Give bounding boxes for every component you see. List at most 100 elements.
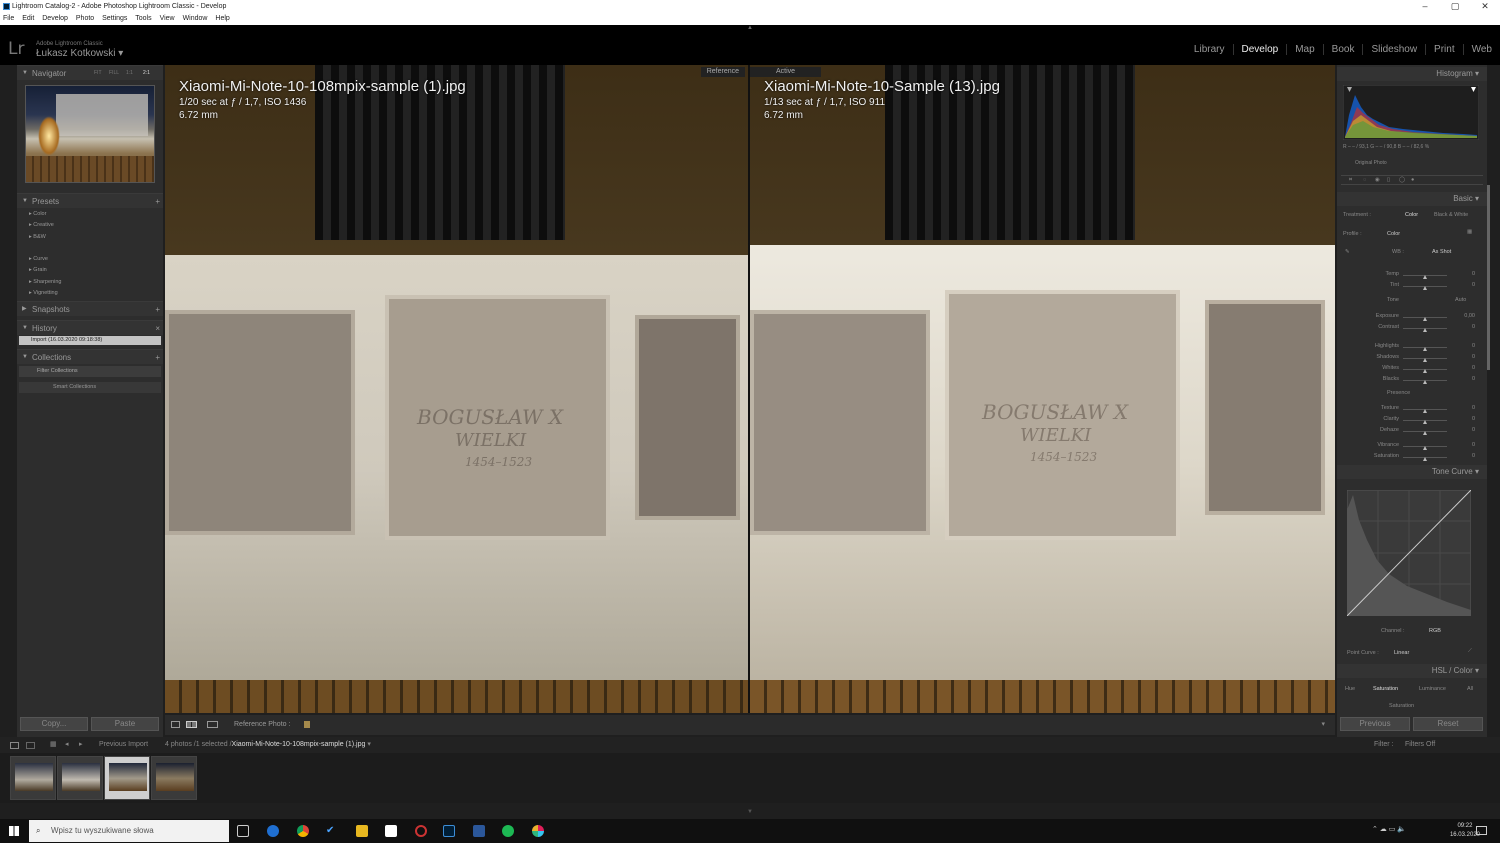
hsl-tab-saturation[interactable]: Saturation xyxy=(1373,686,1398,692)
maximize-button[interactable]: ▢ xyxy=(1440,0,1470,13)
menu-file[interactable]: File xyxy=(3,15,14,22)
bottom-panel-toggle-icon[interactable]: ▼ xyxy=(747,809,753,815)
module-web[interactable]: Web xyxy=(1464,44,1500,55)
slider-value-whites[interactable]: 0 xyxy=(1455,365,1475,371)
hsl-header[interactable]: HSL / Color ▾ xyxy=(1337,664,1487,678)
preset-group[interactable]: ▸ Sharpening xyxy=(29,279,61,285)
history-item-import[interactable]: Import (16.03.2020 09:18:38) xyxy=(19,336,161,345)
reference-view-icon[interactable] xyxy=(207,721,218,728)
wb-select[interactable]: As Shot xyxy=(1432,249,1451,255)
edit-point-curve-icon[interactable]: ⟋ xyxy=(1468,648,1472,655)
treatment-color[interactable]: Color xyxy=(1405,212,1418,218)
module-develop[interactable]: Develop xyxy=(1234,44,1288,55)
checkmark-app-icon[interactable]: ✔ xyxy=(326,825,338,837)
module-map[interactable]: Map xyxy=(1287,44,1324,55)
close-button[interactable]: ✕ xyxy=(1470,0,1500,13)
filter-collections[interactable]: Filter Collections xyxy=(19,366,161,377)
lightroom-taskbar-icon[interactable] xyxy=(443,825,455,837)
app-icon[interactable] xyxy=(415,825,427,837)
add-preset-icon[interactable]: + xyxy=(155,194,160,209)
taskbar-search-box[interactable]: ⌕ Wpisz tu wyszukiwane słowa xyxy=(29,820,229,842)
start-icon[interactable] xyxy=(9,826,19,836)
hsl-tab-all[interactable]: All xyxy=(1467,686,1473,692)
red-eye-icon[interactable]: ◉ xyxy=(1375,177,1380,183)
slider-value-temp[interactable]: 0 xyxy=(1455,271,1475,277)
slider-knob-clarity[interactable] xyxy=(1423,420,1427,424)
slider-value-texture[interactable]: 0 xyxy=(1455,405,1475,411)
preset-group[interactable]: ▸ Creative xyxy=(29,222,54,228)
second-window-icon[interactable] xyxy=(26,742,35,749)
slider-knob-shadows[interactable] xyxy=(1423,358,1427,362)
loupe-view-icon[interactable] xyxy=(171,721,180,728)
tone-curve-graph[interactable] xyxy=(1347,490,1471,616)
filmstrip-thumbnail-selected[interactable] xyxy=(104,756,150,800)
add-snapshot-icon[interactable]: + xyxy=(155,302,160,317)
slider-value-vibrance[interactable]: 0 xyxy=(1455,442,1475,448)
module-book[interactable]: Book xyxy=(1324,44,1364,55)
paste-button[interactable]: Paste xyxy=(91,717,159,731)
preset-group[interactable]: ▸ Curve xyxy=(29,256,48,262)
nav-zoom-fit[interactable]: FIT xyxy=(94,66,102,81)
spot-removal-icon[interactable]: ◌ xyxy=(1363,177,1366,183)
app-icon[interactable] xyxy=(385,825,397,837)
previous-button[interactable]: Previous xyxy=(1340,717,1410,731)
menu-window[interactable]: Window xyxy=(183,15,208,22)
slider-knob-highlights[interactable] xyxy=(1423,347,1427,351)
navigator-preview[interactable] xyxy=(25,85,155,183)
auto-tone-button[interactable]: Auto xyxy=(1455,297,1466,303)
reset-button[interactable]: Reset xyxy=(1413,717,1483,731)
module-library[interactable]: Library xyxy=(1186,44,1234,55)
active-photo[interactable]: BOGUSŁAW X WIELKI 1454–1523 Active Xiaom… xyxy=(750,65,1335,713)
right-panel-scrollbar[interactable] xyxy=(1487,185,1490,370)
source-label[interactable]: Previous Import xyxy=(99,737,148,753)
filmstrip-thumbnail[interactable] xyxy=(10,756,56,800)
filter-select[interactable]: Filters Off xyxy=(1405,737,1435,753)
nav-zoom-fill[interactable]: FILL xyxy=(109,66,119,81)
smart-collections[interactable]: Smart Collections xyxy=(19,382,161,393)
filmstrip-thumbnail[interactable] xyxy=(57,756,103,800)
edge-icon[interactable] xyxy=(267,825,279,837)
profile-browser-icon[interactable]: ▦ xyxy=(1467,229,1472,235)
slider-knob-blacks[interactable] xyxy=(1423,380,1427,384)
main-window-icon[interactable] xyxy=(10,742,19,749)
slider-value-dehaze[interactable]: 0 xyxy=(1455,427,1475,433)
hsl-tab-hue[interactable]: Hue xyxy=(1345,686,1355,692)
profile-select[interactable]: Color xyxy=(1387,231,1400,237)
slider-knob-exposure[interactable] xyxy=(1423,317,1427,321)
grid-view-icon[interactable]: ▦ xyxy=(50,737,57,753)
basic-header[interactable]: Basic ▾ xyxy=(1337,192,1487,206)
slider-value-highlights[interactable]: 0 xyxy=(1455,343,1475,349)
menu-photo[interactable]: Photo xyxy=(76,15,94,22)
menu-help[interactable]: Help xyxy=(215,15,229,22)
preset-group[interactable]: ▸ Color xyxy=(29,211,46,217)
slider-value-shadows[interactable]: 0 xyxy=(1455,354,1475,360)
add-collection-icon[interactable]: + xyxy=(155,350,160,365)
slider-knob-contrast[interactable] xyxy=(1423,328,1427,332)
crop-icon[interactable]: ⌗ xyxy=(1349,177,1352,184)
module-print[interactable]: Print xyxy=(1426,44,1464,55)
slider-knob-vibrance[interactable] xyxy=(1423,446,1427,450)
reference-thumb-icon[interactable] xyxy=(304,721,310,728)
slider-value-clarity[interactable]: 0 xyxy=(1455,416,1475,422)
slider-value-blacks[interactable]: 0 xyxy=(1455,376,1475,382)
reference-photo[interactable]: BOGUSŁAW X WIELKI 1454–1523 Reference Xi… xyxy=(165,65,748,713)
preset-group[interactable]: ▸ Grain xyxy=(29,267,47,273)
point-curve-select[interactable]: Linear xyxy=(1394,650,1409,656)
menu-develop[interactable]: Develop xyxy=(42,15,68,22)
file-explorer-icon[interactable] xyxy=(356,825,368,837)
menu-edit[interactable]: Edit xyxy=(22,15,34,22)
menu-tools[interactable]: Tools xyxy=(135,15,151,22)
wb-eyedropper-icon[interactable]: ✎ xyxy=(1345,249,1350,255)
tray-icons[interactable]: ⌃ ☁ ▭ 🔈 xyxy=(1372,825,1406,833)
presets-header[interactable]: ▼ Presets + xyxy=(17,193,163,208)
original-photo-checkbox[interactable]: Original Photo xyxy=(1355,160,1387,166)
collections-header[interactable]: ▼ Collections + xyxy=(17,349,163,364)
back-arrow-icon[interactable]: ◂ xyxy=(65,737,69,753)
nav-zoom-2-1[interactable]: 2:1 xyxy=(143,66,150,81)
copy-button[interactable]: Copy... xyxy=(20,717,88,731)
histogram[interactable] xyxy=(1343,85,1479,140)
task-view-icon[interactable] xyxy=(237,825,249,837)
menu-view[interactable]: View xyxy=(160,15,175,22)
slider-knob-dehaze[interactable] xyxy=(1423,431,1427,435)
module-slideshow[interactable]: Slideshow xyxy=(1363,44,1427,55)
